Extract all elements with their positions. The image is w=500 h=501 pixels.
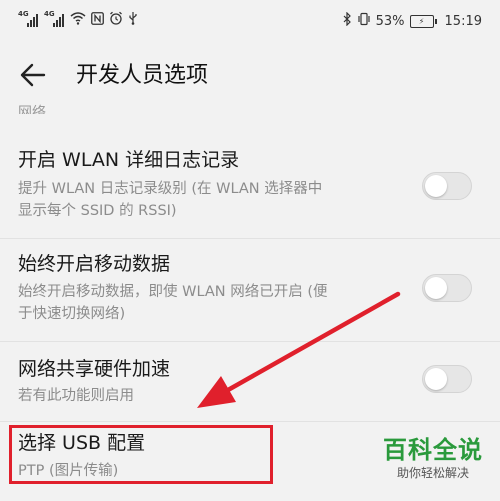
wlan-verbose-logging-toggle[interactable] <box>422 172 472 200</box>
setting-mobile-data-always-on[interactable]: 始终开启移动数据 始终开启移动数据，即使 WLAN 网络已开启 (便 于快速切换… <box>0 238 500 342</box>
mobile-data-always-on-toggle[interactable] <box>422 274 472 302</box>
wifi-icon <box>70 11 86 29</box>
vibrate-icon <box>357 12 371 30</box>
setting-tethering-hw-acceleration[interactable]: 网络共享硬件加速 若有此功能则启用 <box>0 341 500 422</box>
usb-icon <box>128 11 138 29</box>
section-header: 网络 <box>18 105 46 114</box>
setting-subtitle: 若有此功能则启用 <box>18 388 134 404</box>
alarm-icon <box>109 11 123 29</box>
bluetooth-icon <box>343 11 352 30</box>
signal-icon: 4G <box>18 10 39 27</box>
setting-subtitle: 提升 WLAN 日志记录级别 (在 WLAN 选择器中 显示每个 SSID 的 … <box>18 181 323 219</box>
app-header: 开发人员选项 <box>0 46 500 108</box>
highlight-box <box>9 425 273 484</box>
watermark-logo: 百科全说 助你轻松解决 <box>383 436 483 480</box>
setting-wlan-verbose-logging[interactable]: 开启 WLAN 详细日志记录 提升 WLAN 日志记录级别 (在 WLAN 选择… <box>0 128 500 239</box>
status-time: 15:19 <box>444 13 482 29</box>
tethering-hw-acceleration-toggle[interactable] <box>422 365 472 393</box>
setting-title: 开启 WLAN 详细日志记录 <box>18 149 240 171</box>
back-arrow-icon[interactable] <box>18 60 50 92</box>
signal-icon: 4G <box>44 10 65 27</box>
battery-charging-icon: ⚡ <box>409 14 437 28</box>
setting-subtitle: 始终开启移动数据，即使 WLAN 网络已开启 (便 于快速切换网络) <box>18 284 328 322</box>
battery-percent: 53% <box>375 13 405 29</box>
page-title: 开发人员选项 <box>76 63 209 88</box>
setting-title: 始终开启移动数据 <box>18 253 171 275</box>
status-bar: 4G 4G 53% ⚡ 15:19 <box>0 0 500 46</box>
setting-title: 网络共享硬件加速 <box>18 358 171 380</box>
nfc-icon <box>91 11 104 29</box>
